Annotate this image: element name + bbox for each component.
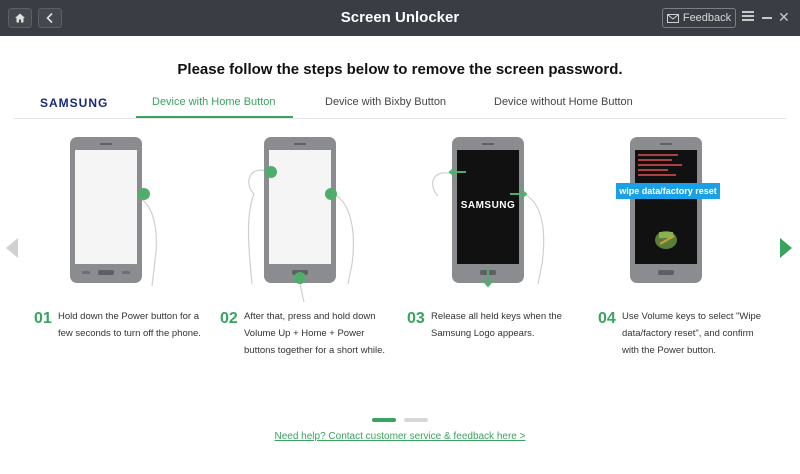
step-3-line-1: Release all held keys when the (431, 311, 562, 322)
wipe-data-badge: wipe data/factory reset (616, 183, 720, 199)
step-4-line-2: data/factory reset", and confirm (622, 328, 754, 339)
step-1-text: Hold down the Power button for a few sec… (58, 308, 201, 342)
android-robot-icon (655, 231, 677, 249)
pager-dot-1[interactable] (372, 418, 396, 422)
step-1-line-1: Hold down the Power button for a (58, 311, 200, 322)
phone-illustration-step-2 (247, 137, 354, 302)
mail-icon (666, 13, 679, 23)
title-bar: Screen Unlocker Feedback ✕ (0, 0, 800, 36)
tab-home-button[interactable]: Device with Home Button (152, 96, 276, 108)
step-4-line-3: with the Power button. (622, 345, 716, 356)
device-tabs: SAMSUNG Device with Home Button Device w… (14, 88, 786, 119)
feedback-label: Feedback (682, 12, 732, 24)
power-button-indicator (325, 188, 337, 200)
menu-icon[interactable] (742, 11, 754, 23)
next-arrow-icon[interactable] (780, 238, 792, 258)
close-icon[interactable]: ✕ (778, 10, 792, 24)
phone-illustration-step-4 (630, 137, 702, 283)
phone-illustration-step-3 (432, 137, 545, 288)
step-2-number: 02 (220, 310, 238, 327)
home-button-indicator (294, 272, 306, 284)
power-button-indicator (138, 188, 150, 200)
previous-arrow-icon[interactable] (6, 238, 18, 258)
step-2-line-3: buttons together for a short while. (244, 345, 385, 356)
tab-bixby-button[interactable]: Device with Bixby Button (325, 96, 446, 108)
step-2-line-2: Volume Up + Home + Power (244, 328, 365, 339)
help-link[interactable]: Need help? Contact customer service & fe… (0, 431, 800, 442)
step-2-text: After that, press and hold down Volume U… (244, 308, 385, 359)
step-3-text: Release all held keys when the Samsung L… (431, 308, 562, 342)
pager-dot-2[interactable] (404, 418, 428, 422)
minimize-icon[interactable] (762, 17, 772, 19)
page-heading: Please follow the steps below to remove … (177, 61, 623, 78)
volume-up-indicator (265, 166, 277, 178)
step-1-line-2: few seconds to turn off the phone. (58, 328, 201, 339)
phone-illustration-step-1 (70, 137, 157, 286)
step-2-line-1: After that, press and hold down (244, 311, 376, 322)
step-4-number: 04 (598, 310, 616, 327)
step-3-line-2: Samsung Logo appears. (431, 328, 535, 339)
feedback-button[interactable]: Feedback (662, 8, 736, 28)
step-3-number: 03 (407, 310, 425, 327)
step-1-number: 01 (34, 310, 52, 327)
step-4-text: Use Volume keys to select "Wipe data/fac… (622, 308, 761, 359)
active-tab-indicator (136, 116, 293, 118)
brand-logo: SAMSUNG (40, 96, 109, 110)
step-4-line-1: Use Volume keys to select "Wipe (622, 311, 762, 322)
samsung-boot-logo: SAMSUNG (460, 200, 516, 211)
tab-no-home-button[interactable]: Device without Home Button (494, 96, 633, 108)
